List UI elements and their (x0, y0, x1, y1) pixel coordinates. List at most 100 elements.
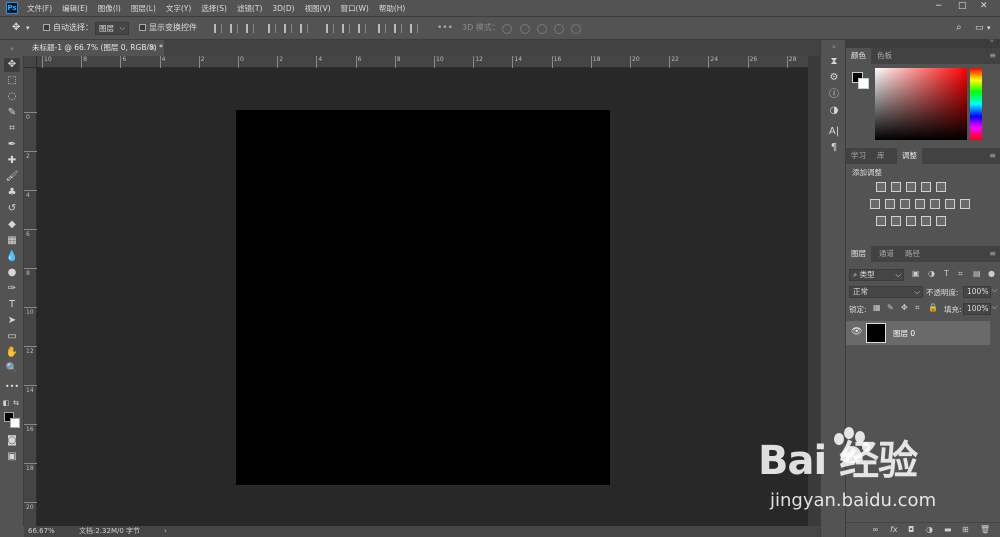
layer-row[interactable]: 👁 图层 0 (846, 321, 990, 345)
align-vcenter-icon[interactable] (230, 24, 238, 33)
posterize-icon[interactable] (891, 216, 901, 226)
marquee-tool-icon[interactable]: ⬚ (4, 74, 20, 88)
close-tab-icon[interactable]: × (149, 40, 156, 56)
threshold-icon[interactable] (906, 216, 916, 226)
dodge-tool-icon[interactable]: ● (4, 266, 20, 280)
layer-style-icon[interactable]: fx (890, 525, 898, 534)
panel-background-swatch[interactable] (858, 78, 869, 89)
menu-layer[interactable]: 图层(L) (126, 3, 161, 14)
distribute-top-icon[interactable] (326, 24, 334, 33)
workspace-icon[interactable]: ▭ (975, 22, 984, 34)
menu-help[interactable]: 帮助(H) (374, 3, 411, 14)
tool-preset-chevron-icon[interactable]: ▾ (26, 22, 30, 34)
properties-panel-icon[interactable]: ⚙ (826, 71, 842, 85)
menu-edit[interactable]: 编辑(E) (57, 3, 93, 14)
layer-filter-dropdown[interactable]: ⌕ 类型 ⌵ (849, 269, 904, 281)
lock-image-icon[interactable]: ✎ (887, 303, 894, 312)
adjustments-menu-icon[interactable]: ≡ (989, 148, 996, 164)
color-balance-icon[interactable] (885, 199, 895, 209)
hue-slider[interactable] (970, 68, 982, 140)
toolbar-collapse-icon[interactable]: » (0, 42, 24, 56)
tab-learn[interactable]: 学习 (846, 148, 871, 164)
menu-type[interactable]: 文字(Y) (161, 3, 196, 14)
auto-select-dropdown[interactable]: 图层 ⌵ (95, 22, 129, 35)
character-panel-icon[interactable]: A| (826, 125, 842, 139)
history-panel-icon[interactable]: ⧗ (826, 55, 842, 69)
filter-adjustment-icon[interactable]: ◑ (928, 269, 935, 278)
tab-layers[interactable]: 图层 (846, 246, 871, 262)
blend-mode-dropdown[interactable]: 正常 ⌵ (849, 286, 923, 298)
align-right-icon[interactable] (300, 24, 308, 33)
document-tab[interactable]: 未标题-1 @ 66.7% (图层 0, RGB/8) * × (24, 40, 164, 56)
vibrance-icon[interactable] (870, 199, 880, 209)
filter-pixel-icon[interactable]: ▣ (912, 269, 920, 278)
pen-tool-icon[interactable]: ✑ (4, 282, 20, 296)
tab-channels[interactable]: 通道 (874, 246, 899, 262)
auto-select-checkbox[interactable]: 自动选择： (43, 22, 93, 34)
canvas-area[interactable] (37, 68, 808, 526)
chevron-down-icon[interactable]: ⌵ (992, 303, 997, 312)
stamp-tool-icon[interactable]: ♣ (4, 186, 20, 200)
layer-name[interactable]: 图层 0 (893, 328, 915, 339)
brush-tool-icon[interactable]: 🖌 (4, 170, 20, 184)
crop-tool-icon[interactable]: ⌗ (4, 122, 20, 136)
quick-select-tool-icon[interactable]: ✎ (4, 106, 20, 120)
lock-artboard-icon[interactable]: ⌗ (915, 303, 920, 313)
distribute-vcenter-icon[interactable] (342, 24, 350, 33)
dock-collapse-icon[interactable]: « (826, 40, 842, 54)
swap-colors-icon[interactable]: ⇆ (12, 396, 20, 410)
drag-3d-icon[interactable] (537, 24, 547, 34)
opacity-input[interactable]: 100% (963, 286, 991, 298)
exposure-icon[interactable] (921, 182, 931, 192)
roll-3d-icon[interactable] (520, 24, 530, 34)
search-icon[interactable]: ⌕ (956, 22, 962, 34)
scale-3d-icon[interactable] (571, 24, 581, 34)
align-bottom-icon[interactable] (246, 24, 254, 33)
menu-image[interactable]: 图像(I) (93, 3, 126, 14)
new-group-icon[interactable]: ▬ (944, 525, 952, 534)
eraser-tool-icon[interactable]: ◆ (4, 218, 20, 232)
levels-icon[interactable] (891, 182, 901, 192)
selective-color-icon[interactable] (921, 216, 931, 226)
menu-view[interactable]: 视图(V) (300, 3, 336, 14)
layer-thumbnail[interactable] (866, 323, 886, 343)
brightness-icon[interactable] (876, 182, 886, 192)
panels-collapse-icon[interactable]: » (990, 37, 994, 45)
blur-tool-icon[interactable]: 💧 (4, 250, 20, 264)
lock-position-icon[interactable]: ✥ (901, 303, 908, 312)
path-select-tool-icon[interactable]: ➤ (4, 314, 20, 328)
maximize-button[interactable]: □ (958, 1, 967, 11)
tab-paths[interactable]: 路径 (900, 246, 925, 262)
document-canvas[interactable] (236, 110, 610, 485)
new-adjustment-icon[interactable]: ◑ (926, 525, 933, 534)
link-layers-icon[interactable]: ∞ (872, 525, 879, 534)
hue-saturation-icon[interactable] (960, 199, 970, 209)
close-window-button[interactable]: ✕ (980, 1, 988, 11)
align-top-icon[interactable] (214, 24, 222, 33)
filter-smart-object-icon[interactable]: ▤ (973, 269, 981, 278)
menu-3d[interactable]: 3D(D) (267, 4, 299, 13)
default-colors-icon[interactable]: ◧ (2, 396, 10, 410)
eyedropper-tool-icon[interactable]: ✒ (4, 138, 20, 152)
background-color-swatch[interactable] (10, 418, 20, 428)
color-picker-field[interactable] (875, 68, 967, 140)
black-white-icon[interactable] (900, 199, 910, 209)
show-transform-checkbox[interactable]: 显示变换控件 (139, 22, 197, 34)
tab-color[interactable]: 颜色 (846, 48, 871, 64)
adjust-panel-icon[interactable]: ◑ (826, 104, 842, 118)
curves-icon[interactable] (906, 182, 916, 192)
invert-icon[interactable] (876, 216, 886, 226)
align-left-icon[interactable] (268, 24, 276, 33)
gradient-tool-icon[interactable]: ▦ (4, 234, 20, 248)
color-panel-menu-icon[interactable]: ≡ (989, 48, 996, 64)
menu-select[interactable]: 选择(S) (196, 3, 232, 14)
distribute-left-icon[interactable] (378, 24, 386, 33)
slide-3d-icon[interactable] (554, 24, 564, 34)
distribute-bottom-icon[interactable] (358, 24, 366, 33)
rectangle-tool-icon[interactable]: ▭ (4, 330, 20, 344)
show-transform-check[interactable] (139, 24, 146, 31)
screen-mode-icon[interactable]: ▣ (4, 450, 20, 464)
distribute-right-icon[interactable] (410, 24, 418, 33)
channel-mixer-icon[interactable] (930, 199, 940, 209)
type-tool-icon[interactable]: T (4, 298, 20, 312)
